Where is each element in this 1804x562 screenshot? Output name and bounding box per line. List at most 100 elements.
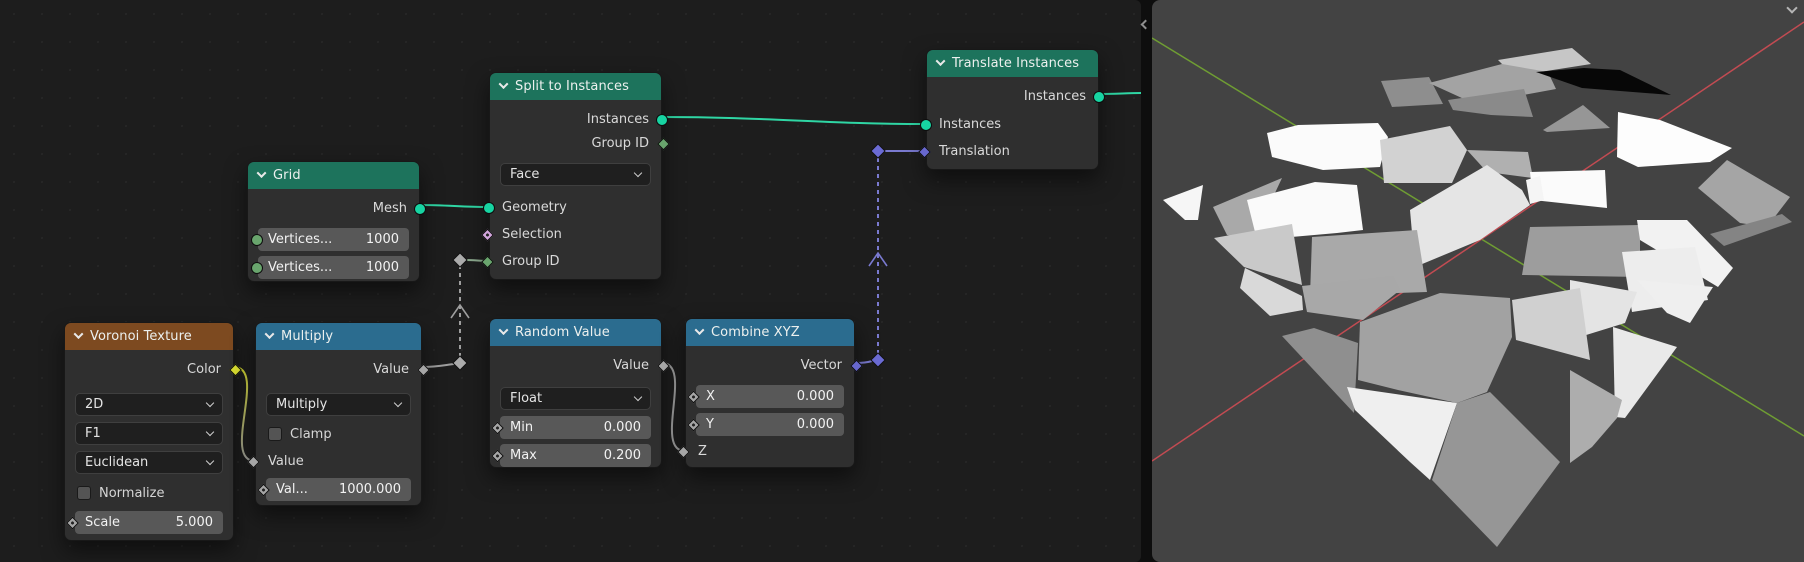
vertices-x-field[interactable]: Vertices... 1000 [258,228,409,251]
normalize-checkbox[interactable] [77,486,91,500]
node-header-multiply[interactable]: Multiply [256,323,421,350]
node-header-combine[interactable]: Combine XYZ [686,319,854,346]
value-field[interactable]: Val... 1000.000 [266,478,411,501]
output-label-vector: Vector [800,358,842,373]
node-header-voronoi[interactable]: Voronoi Texture [65,323,233,350]
blender-window: Voronoi Texture Color 2D F1 Euclidean No… [0,0,1804,562]
vertices-y-field[interactable]: Vertices... 1000 [258,256,409,279]
node-title: Grid [273,168,301,183]
node-header-grid[interactable]: Grid [248,162,419,189]
node-title: Split to Instances [515,79,630,94]
input-label-z: Z [698,444,707,459]
node-random-value[interactable]: Random Value Value Float Min 0.000 Max 0… [489,318,670,468]
output-label-value: Value [613,358,649,373]
chevron-down-icon [633,168,643,178]
collapse-chevron-icon[interactable] [73,328,84,339]
input-label-group-id: Group ID [502,254,560,269]
field-value: 0.000 [796,389,834,404]
node-split-to-instances[interactable]: Split to Instances Instances Group ID Fa… [481,72,670,280]
dropdown-value: F1 [85,426,101,441]
chevron-down-icon [205,398,215,408]
field-value: 1000.000 [338,482,401,497]
node-translate-instances[interactable]: Translate Instances Instances Instances … [918,49,1105,170]
domain-dropdown[interactable]: Face [500,163,651,186]
input-label-value: Value [268,454,304,469]
field-label: Y [706,417,714,432]
node-title: Multiply [281,329,334,344]
collapse-chevron-icon[interactable] [694,324,705,335]
collapse-chevron-icon[interactable] [498,78,509,89]
checkbox-label: Clamp [290,426,332,442]
voronoi-dimensions-dropdown[interactable]: 2D [75,393,223,416]
socket-instances-output[interactable] [1093,91,1105,103]
collapse-chevron-icon[interactable] [264,328,275,339]
y-value-field[interactable]: Y 0.000 [696,413,844,436]
voronoi-metric-dropdown[interactable]: Euclidean [75,451,223,474]
field-label: Scale [85,515,120,530]
voronoi-feature-dropdown[interactable]: F1 [75,422,223,445]
collapse-chevron-icon[interactable] [498,324,509,335]
chevron-down-icon [205,456,215,466]
node-voronoi-texture[interactable]: Voronoi Texture Color 2D F1 Euclidean No… [64,322,242,541]
chevron-down-icon [633,392,643,402]
output-label-mesh: Mesh [372,201,407,216]
field-label: Max [510,448,537,463]
mesh-face [1522,225,1640,277]
viewport-render [1152,0,1804,562]
collapse-chevron-icon[interactable] [256,167,267,178]
dropdown-value: Multiply [276,397,328,412]
node-header-random[interactable]: Random Value [490,319,661,346]
socket-instances-output[interactable] [656,114,668,126]
dropdown-value: Face [510,167,540,182]
field-label: Min [510,420,534,435]
node-grid[interactable]: Grid Mesh Vertices... 1000 Vertices... 1… [247,161,426,282]
node-combine-xyz[interactable]: Combine XYZ Vector X 0.000 Y 0.000 Z [677,318,863,468]
collapse-chevron-icon[interactable] [935,55,946,66]
chevron-down-icon [205,427,215,437]
chevron-down-icon [393,398,403,408]
field-value: 0.000 [796,417,834,432]
chevron-left-icon[interactable] [1140,19,1151,30]
socket-vertices-x-input[interactable] [251,233,263,246]
dropdown-value: Euclidean [85,455,149,470]
output-label-value: Value [373,362,409,377]
input-label-geometry: Geometry [502,200,567,215]
field-label: Val... [276,482,308,497]
socket-mesh-output[interactable] [414,203,426,215]
field-label: Vertices... [268,260,333,275]
output-label-group-id: Group ID [591,136,649,151]
input-label-instances: Instances [939,117,1002,132]
math-operation-dropdown[interactable]: Multiply [266,393,411,416]
node-title: Translate Instances [952,56,1080,71]
socket-instances-input[interactable] [920,119,932,131]
output-label-instances: Instances [586,112,649,127]
area-divider[interactable] [1140,0,1152,562]
input-label-selection: Selection [502,227,562,242]
node-title: Combine XYZ [711,325,800,340]
dropdown-value: 2D [85,397,104,412]
node-title: Voronoi Texture [90,329,192,344]
output-label-color: Color [187,362,221,377]
field-label: X [706,389,715,404]
scale-value-field[interactable]: Scale 5.000 [75,511,223,534]
geometry-node-editor[interactable]: Voronoi Texture Color 2D F1 Euclidean No… [0,0,1141,562]
output-label-instances: Instances [1023,89,1086,104]
data-type-dropdown[interactable]: Float [500,387,651,410]
node-multiply[interactable]: Multiply Value Multiply Clamp Value Val.… [247,322,430,506]
viewport-3d[interactable] [1152,0,1804,562]
input-label-translation: Translation [939,144,1010,159]
min-value-field[interactable]: Min 0.000 [500,416,651,439]
socket-vertices-y-input[interactable] [251,261,263,274]
node-header-translate[interactable]: Translate Instances [927,50,1098,77]
max-value-field[interactable]: Max 0.200 [500,444,651,467]
field-value: 1000 [365,232,399,247]
dropdown-value: Float [510,391,543,406]
x-value-field[interactable]: X 0.000 [696,385,844,408]
node-title: Random Value [515,325,610,340]
socket-geometry-input[interactable] [483,202,495,214]
node-header-split[interactable]: Split to Instances [490,73,661,100]
clamp-checkbox[interactable] [268,427,282,441]
checkbox-label: Normalize [99,485,165,501]
field-label: Vertices... [268,232,333,247]
field-value: 5.000 [175,515,213,530]
